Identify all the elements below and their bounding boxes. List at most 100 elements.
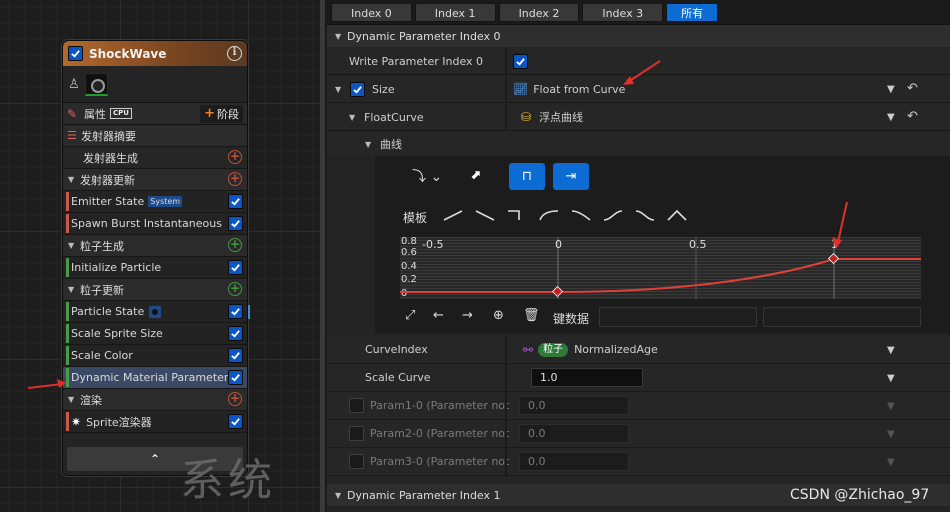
expand-triangle-icon[interactable]: ▼ (365, 140, 377, 149)
node-header[interactable]: ShockWave i (63, 41, 247, 66)
param-checkbox[interactable] (349, 454, 364, 469)
auto-tangent-button[interactable]: ⊓ (509, 163, 545, 190)
param-checkbox[interactable] (349, 398, 364, 413)
delete-key-icon[interactable]: 🗑︎ (523, 308, 540, 323)
section-label: 发射器更新 (80, 173, 135, 187)
preset-bell-icon[interactable] (667, 208, 687, 222)
module-enabled-checkbox[interactable] (228, 370, 243, 385)
write-param-label: Write Parameter Index 0 (349, 54, 484, 68)
section-dynamic-param-0[interactable]: ▼ Dynamic Parameter Index 0 (327, 25, 950, 47)
write-param-checkbox[interactable] (513, 53, 528, 69)
tab-index-3[interactable]: Index 3 (582, 2, 664, 22)
pencil-icon[interactable]: ✎ (67, 107, 81, 121)
size-checkbox[interactable] (350, 81, 365, 97)
module-row[interactable]: Initialize Particle (63, 257, 247, 279)
prev-key-icon[interactable]: ← (433, 308, 444, 323)
curve-key-1[interactable] (827, 252, 840, 265)
add-stage-button[interactable]: + 阶段 (200, 104, 243, 123)
preset-step-icon[interactable] (507, 208, 527, 222)
module-row[interactable]: Dynamic Material Parameters (63, 367, 247, 389)
add-module-icon[interactable]: + (228, 150, 242, 164)
module-label: Scale Sprite Size (71, 327, 163, 340)
module-enabled-checkbox[interactable] (228, 304, 243, 319)
node-section[interactable]: ▼ 渲染 + (63, 389, 247, 411)
emitter-enabled-checkbox[interactable] (68, 46, 83, 61)
curve-line[interactable] (400, 258, 921, 293)
add-module-icon[interactable]: + (228, 392, 242, 406)
module-enabled-checkbox[interactable] (228, 260, 243, 275)
cycle-mode-button[interactable]: ⇥ (553, 163, 589, 190)
preset-ease-in-icon[interactable] (539, 208, 559, 222)
expand-triangle-icon[interactable]: ▼ (68, 241, 80, 250)
preset-ease-out-icon[interactable] (571, 208, 591, 222)
preset-linear-up-icon[interactable] (443, 208, 463, 222)
chevron-down-icon[interactable]: ▼ (887, 373, 895, 384)
node-stage-row[interactable]: 发射器生成 + (63, 147, 247, 169)
tab-index-2[interactable]: Index 2 (498, 2, 580, 22)
add-module-icon[interactable]: + (228, 172, 242, 186)
tab-index-1[interactable]: Index 1 (414, 2, 496, 22)
expand-triangle-icon[interactable]: ▼ (335, 85, 347, 94)
module-row[interactable]: Scale Color (63, 345, 247, 367)
module-row[interactable]: Emitter State System (63, 191, 247, 213)
properties-label[interactable]: 属性 (84, 106, 106, 122)
reset-icon[interactable]: ↶ (907, 81, 918, 96)
key-value-field[interactable] (763, 307, 921, 327)
add-module-icon[interactable]: + (228, 238, 242, 252)
expand-triangle-icon[interactable]: ▼ (68, 285, 80, 294)
graph-canvas[interactable]: ShockWave i ♙ ✎ 属性 CPU + 阶段 ☰ 发射器摘要 发射器生成 +… (0, 0, 320, 512)
key-time-field[interactable] (599, 307, 757, 327)
param-checkbox[interactable] (349, 426, 364, 441)
preset-linear-down-icon[interactable] (475, 208, 495, 222)
open-external-icon[interactable]: ⬈ (470, 168, 481, 183)
size-dropdown[interactable]: 📈︎ Float from Curve (507, 76, 950, 102)
next-key-icon[interactable]: → (462, 308, 473, 323)
info-icon[interactable]: i (227, 46, 242, 61)
expand-triangle-icon[interactable]: ▼ (68, 175, 80, 184)
module-enabled-checkbox[interactable] (228, 326, 243, 341)
chevron-down-icon[interactable]: ▼ (887, 457, 895, 468)
emitter-thumbnail[interactable] (85, 72, 108, 96)
floatcurve-dropdown[interactable]: ⛁ 浮点曲线 (507, 104, 950, 130)
add-key-icon[interactable]: ⊕ (493, 308, 504, 323)
param-input[interactable]: 0.0 (519, 452, 629, 471)
scale-curve-input[interactable]: 1.0 (531, 368, 643, 387)
module-row[interactable]: Particle State (63, 301, 250, 323)
module-row[interactable]: Spawn Burst Instantaneous (63, 213, 247, 235)
node-section[interactable]: ▼ 粒子生成 + (63, 235, 247, 257)
module-enabled-checkbox[interactable] (228, 194, 243, 209)
chevron-down-icon[interactable]: ▼ (887, 112, 895, 123)
expand-triangle-icon[interactable]: ▼ (349, 113, 361, 122)
stage-row-label: 发射器生成 (83, 151, 138, 165)
module-enabled-checkbox[interactable] (228, 216, 243, 231)
tab-all[interactable]: 所有 (666, 2, 719, 22)
module-enabled-checkbox[interactable] (228, 414, 243, 429)
tab-index-0[interactable]: Index 0 (331, 2, 412, 22)
person-icon[interactable]: ♙ (67, 77, 81, 92)
details-panel: Index 0 Index 1 Index 2 Index 3 所有 ▼ Dyn… (327, 0, 950, 512)
param-input[interactable]: 0.0 (519, 424, 629, 443)
curve-key-0[interactable] (551, 285, 564, 298)
param-input[interactable]: 0.0 (519, 396, 629, 415)
emitter-node[interactable]: ShockWave i ♙ ✎ 属性 CPU + 阶段 ☰ 发射器摘要 发射器生成 +… (62, 40, 250, 476)
panel-splitter[interactable] (320, 0, 326, 512)
chevron-down-icon[interactable]: ▼ (887, 84, 895, 95)
reset-icon[interactable]: ↶ (907, 109, 918, 124)
y-tick-label: 0.6 (401, 247, 417, 258)
chevron-down-icon[interactable]: ▼ (887, 429, 895, 440)
preset-smooth-down-icon[interactable] (635, 208, 655, 222)
module-row[interactable]: ✷ Sprite渲染器 (63, 411, 247, 433)
curve-mode-dropdown[interactable]: ⤵︎ ⌄ (412, 166, 442, 186)
chevron-down-icon[interactable]: ▼ (887, 401, 895, 412)
add-module-icon[interactable]: + (228, 282, 242, 296)
node-section[interactable]: ▼ 粒子更新 + (63, 279, 247, 301)
node-section[interactable]: ▼ 发射器更新 + (63, 169, 247, 191)
preset-smooth-up-icon[interactable] (603, 208, 623, 222)
module-row[interactable]: Scale Sprite Size (63, 323, 247, 345)
expand-triangle-icon[interactable]: ▼ (68, 395, 80, 404)
chevron-down-icon[interactable]: ▼ (887, 345, 895, 356)
module-enabled-checkbox[interactable] (228, 348, 243, 363)
emitter-summary-row[interactable]: ☰ 发射器摘要 (63, 125, 247, 147)
curve-index-dropdown[interactable]: ⚯ 粒子 NormalizedAge (507, 336, 950, 363)
fit-view-icon[interactable]: ⤢ (405, 308, 415, 323)
